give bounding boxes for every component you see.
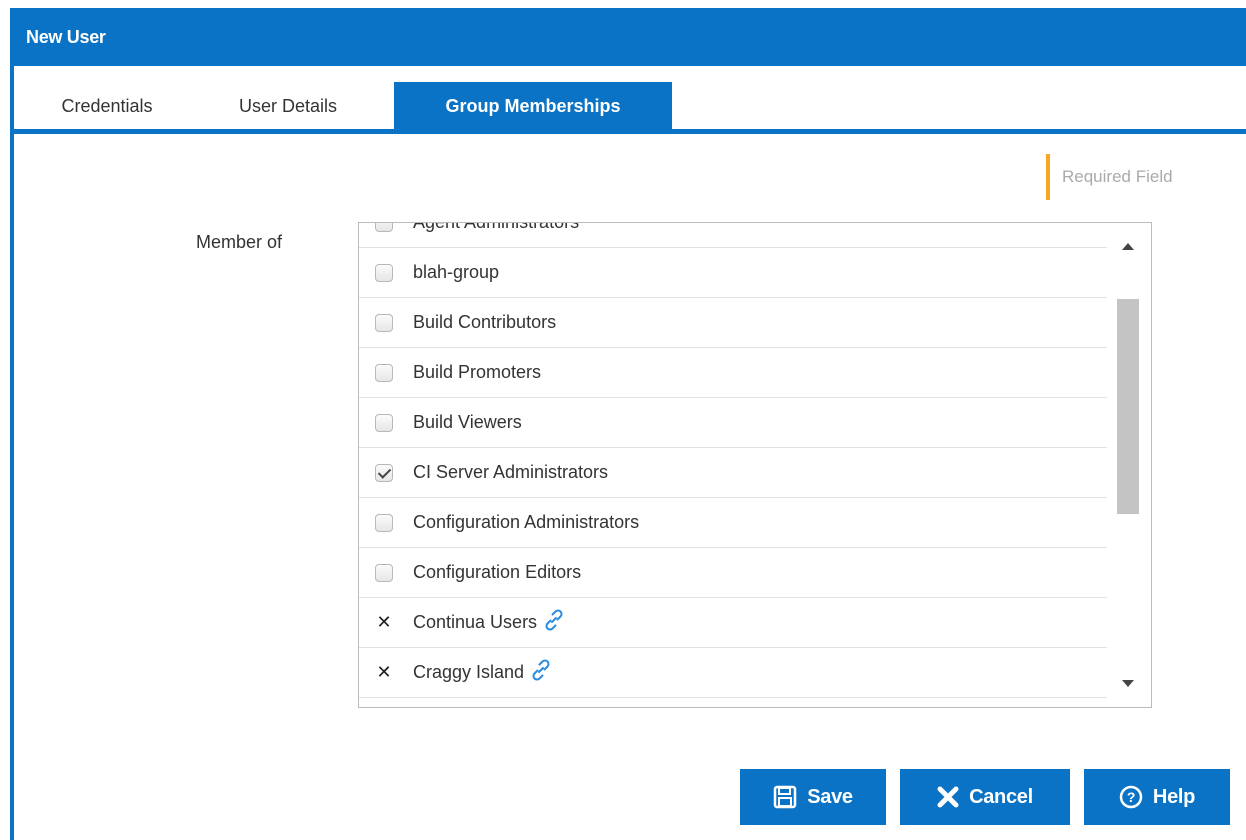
list-item[interactable]: Build Promoters [359,348,1107,398]
save-button[interactable]: Save [740,769,886,825]
cancel-label: Cancel [969,785,1033,808]
scroll-down-arrow-icon[interactable] [1122,680,1134,687]
group-membership-list[interactable]: Agent Administrators blah-group Build Cont… [358,222,1152,708]
tab-user-details[interactable]: User Details [198,83,378,130]
remove-x-icon[interactable]: ✕ [375,662,393,683]
group-label: Agent Administrators [413,222,580,232]
tab-underline [14,129,1246,134]
group-list-items: Agent Administrators blah-group Build Cont… [359,222,1107,698]
group-checkbox[interactable] [375,363,393,382]
member-of-label: Member of [196,232,283,252]
list-item[interactable]: Agent Administrators [359,222,1107,248]
list-item[interactable]: ✕ Continua Users [359,598,1107,648]
tab-credentials[interactable]: Credentials [32,83,182,130]
group-label: Build Contributors [413,312,557,332]
group-checkbox[interactable] [375,413,393,432]
required-field-legend: Required Field [1046,154,1173,200]
group-checkbox[interactable] [375,563,393,582]
group-label: Build Promoters [413,362,542,382]
remove-x-icon[interactable]: ✕ [375,612,393,633]
scroll-up-arrow-icon[interactable] [1122,243,1134,250]
list-item[interactable]: Build Contributors [359,298,1107,348]
list-item[interactable]: CI Server Administrators [359,448,1107,498]
help-label: Help [1152,785,1196,808]
help-icon: ? [1119,785,1143,809]
group-label: CI Server Administrators [413,462,609,482]
group-checkbox[interactable] [375,313,393,332]
list-item[interactable]: Build Viewers [359,398,1107,448]
help-button[interactable]: ? Help [1084,769,1230,825]
group-checkbox[interactable] [375,463,393,482]
list-scrollbar[interactable] [1107,223,1151,707]
group-label: Configuration Editors [413,562,582,582]
cancel-button[interactable]: Cancel [900,769,1070,825]
group-checkbox[interactable] [375,223,393,232]
group-checkbox[interactable] [375,263,393,282]
group-label: Craggy Island [413,662,525,682]
group-checkbox[interactable] [375,513,393,532]
group-label: Continua Users [413,612,538,632]
tab-bar: Credentials User Details Group Membershi… [14,73,1246,130]
dialog-title: New User [10,8,1246,66]
list-item[interactable]: blah-group [359,248,1107,298]
list-item[interactable]: Configuration Administrators [359,498,1107,548]
link-icon[interactable] [528,657,554,688]
list-item[interactable]: Configuration Editors [359,548,1107,598]
scroll-thumb[interactable] [1117,299,1139,514]
link-icon[interactable] [541,607,567,638]
save-icon [773,785,797,809]
svg-text:?: ? [1127,789,1135,805]
group-label: blah-group [413,262,500,282]
group-label: Configuration Administrators [413,512,640,532]
save-label: Save [807,785,853,808]
close-icon [937,786,959,808]
new-user-dialog: New User Credentials User Details Group … [10,8,1246,840]
group-label: Build Viewers [413,412,522,432]
list-item[interactable]: ✕ Craggy Island [359,648,1107,698]
tab-group-memberships[interactable]: Group Memberships [394,82,672,130]
